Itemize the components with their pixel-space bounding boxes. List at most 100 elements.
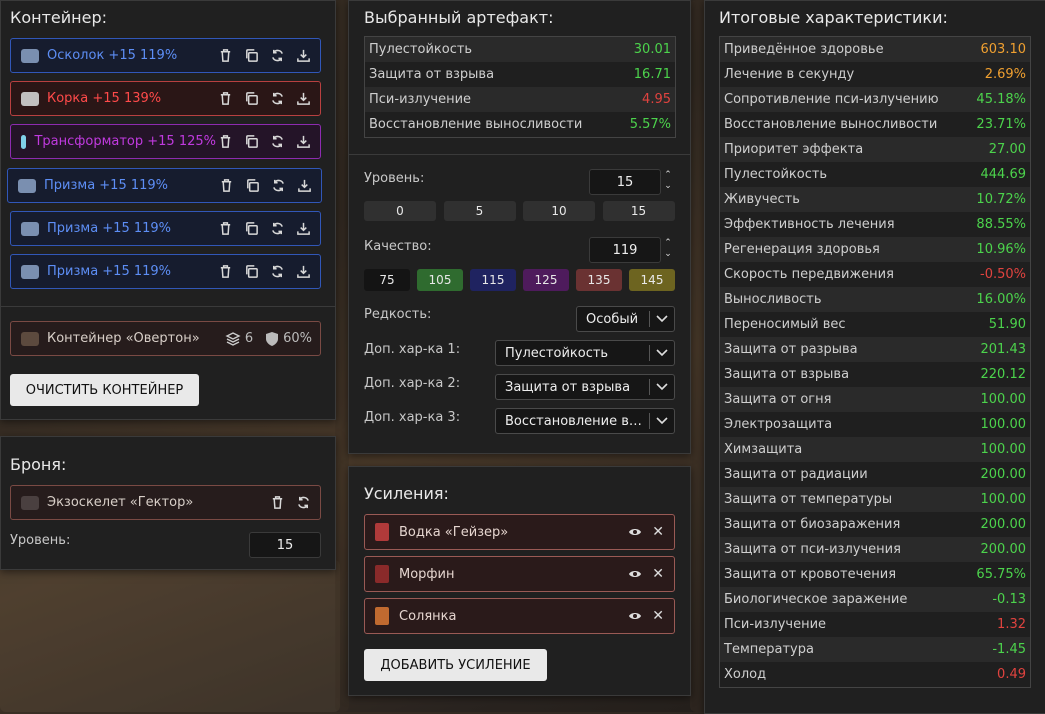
boost-item[interactable]: Солянка ✕ (364, 598, 675, 634)
close-icon[interactable]: ✕ (652, 608, 664, 624)
copy-icon[interactable] (242, 47, 260, 65)
eye-icon[interactable] (628, 569, 642, 579)
artifact-item[interactable]: Призма +15 119% (10, 254, 321, 289)
extra1-select[interactable]: Пулестойкость (495, 340, 675, 366)
container-item-name: Контейнер «Овертон» (47, 331, 200, 346)
stat-name: Живучесть (724, 192, 800, 207)
boost-icon (375, 565, 389, 583)
download-icon[interactable] (294, 47, 312, 65)
artifact-item[interactable]: Корка +15 139% (10, 81, 321, 116)
armor-level-input[interactable]: 15 (249, 532, 321, 558)
boost-name: Солянка (399, 608, 457, 624)
quality-spinner[interactable]: ⌃ ⌄ (663, 238, 673, 260)
quality-preset-button[interactable]: 115 (470, 269, 516, 291)
delete-icon[interactable] (216, 263, 234, 281)
quality-preset-button[interactable]: 75 (364, 269, 410, 291)
add-boost-button[interactable]: ДОБАВИТЬ УСИЛЕНИЕ (364, 649, 547, 681)
artifact-item[interactable]: Трансформатор +15 125% (10, 124, 321, 159)
extra1-value: Пулестойкость (505, 345, 609, 361)
stat-row: Температура -1.45 (720, 637, 1030, 662)
stat-row: Живучесть 10.72% (720, 187, 1030, 212)
quality-input[interactable]: 119 (589, 237, 661, 263)
eye-icon[interactable] (628, 611, 642, 621)
artifact-item[interactable]: Призма +15 119% (7, 168, 322, 203)
stat-value: 4.95 (642, 92, 671, 107)
close-icon[interactable]: ✕ (652, 524, 664, 540)
level-preset-button[interactable]: 10 (523, 201, 595, 221)
stat-row: Сопротивление пси-излучению 45.18% (720, 87, 1030, 112)
level-preset-button[interactable]: 0 (364, 201, 436, 221)
download-icon[interactable] (294, 220, 312, 238)
delete-icon[interactable] (268, 494, 286, 512)
stat-name: Пулестойкость (369, 42, 473, 57)
delete-icon[interactable] (216, 47, 234, 65)
stat-value: 100.00 (980, 417, 1027, 432)
copy-icon[interactable] (243, 177, 261, 195)
stat-row: Защита от взрыва 220.12 (720, 362, 1030, 387)
boost-item[interactable]: Водка «Гейзер» ✕ (364, 514, 675, 550)
download-icon[interactable] (294, 263, 312, 281)
artifact-icon (21, 48, 39, 63)
eye-icon[interactable] (628, 527, 642, 537)
swap-icon[interactable] (268, 263, 286, 281)
level-spinner[interactable]: ⌃ ⌄ (663, 170, 673, 192)
armor-item[interactable]: Экзоскелет «Гектор» (10, 485, 321, 520)
quality-preset-button[interactable]: 135 (576, 269, 622, 291)
armor-item-name: Экзоскелет «Гектор» (47, 495, 194, 510)
swap-icon[interactable] (294, 494, 312, 512)
stat-value: 27.00 (988, 142, 1026, 157)
extra2-select[interactable]: Защита от взрыва (495, 374, 675, 400)
copy-icon[interactable] (242, 263, 260, 281)
stat-name: Защита от пси-излучения (724, 542, 901, 557)
delete-icon[interactable] (216, 90, 234, 108)
close-icon[interactable]: ✕ (652, 566, 664, 582)
stat-value: 220.12 (980, 367, 1027, 382)
copy-icon[interactable] (242, 220, 260, 238)
swap-icon[interactable] (268, 220, 286, 238)
divider (349, 154, 690, 155)
swap-icon[interactable] (268, 133, 286, 151)
stat-row: Восстановление выносливости 5.57% (365, 112, 675, 137)
extra2-value: Защита от взрыва (505, 379, 631, 395)
stat-value: -1.45 (992, 642, 1026, 657)
rarity-select[interactable]: Особый (576, 306, 675, 332)
rarity-label: Редкость: (364, 307, 432, 322)
download-icon[interactable] (295, 177, 313, 195)
level-preset-button[interactable]: 15 (602, 201, 675, 221)
quality-preset-button[interactable]: 145 (629, 269, 675, 291)
boosts-title: Усиления: (364, 484, 449, 503)
swap-icon[interactable] (268, 90, 286, 108)
artifact-item[interactable]: Призма +15 119% (10, 211, 321, 246)
swap-icon[interactable] (268, 47, 286, 65)
copy-icon[interactable] (242, 133, 260, 151)
copy-icon[interactable] (242, 90, 260, 108)
quality-preset-button[interactable]: 125 (523, 269, 569, 291)
container-item[interactable]: Контейнер «Овертон» 6 60% (10, 321, 321, 356)
stat-row: Биологическое заражение -0.13 (720, 587, 1030, 612)
stat-value: 100.00 (980, 492, 1027, 507)
artifact-name: Призма +15 119% (47, 221, 172, 236)
download-icon[interactable] (294, 133, 312, 151)
stat-name: Скорость передвижения (724, 267, 894, 282)
download-icon[interactable] (294, 90, 312, 108)
stat-row: Лечение в секунду 2.69% (720, 62, 1030, 87)
boost-item[interactable]: Морфин ✕ (364, 556, 675, 592)
stat-row: Приоритет эффекта 27.00 (720, 137, 1030, 162)
stat-value: 100.00 (980, 392, 1027, 407)
delete-icon[interactable] (217, 177, 235, 195)
level-input[interactable]: 15 (589, 169, 661, 195)
delete-icon[interactable] (216, 220, 234, 238)
level-preset-button[interactable]: 5 (443, 201, 516, 221)
artifact-item[interactable]: Осколок +15 119% (10, 38, 321, 73)
stat-name: Лечение в секунду (724, 67, 855, 82)
quality-preset-button[interactable]: 105 (417, 269, 463, 291)
stat-name: Защита от биозаражения (724, 517, 901, 532)
clear-container-button[interactable]: ОЧИСТИТЬ КОНТЕЙНЕР (10, 374, 199, 406)
delete-icon[interactable] (216, 133, 234, 151)
stat-name: Пси-излучение (369, 92, 472, 107)
stat-row: Пси-излучение 4.95 (365, 87, 675, 112)
extra3-select[interactable]: Восстановление выносливости (495, 408, 675, 434)
swap-icon[interactable] (269, 177, 287, 195)
stat-value: 1.32 (997, 617, 1026, 632)
divider (1, 306, 335, 307)
